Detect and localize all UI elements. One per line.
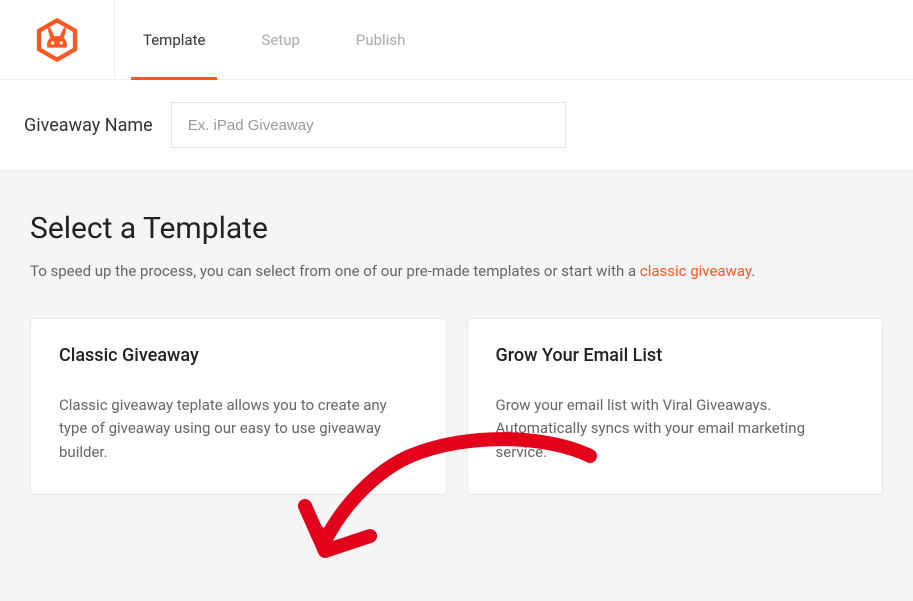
section-title: Select a Template — [30, 211, 883, 246]
giveaway-name-bar: Giveaway Name — [0, 80, 913, 171]
giveaway-name-input[interactable] — [171, 102, 566, 148]
subtitle-suffix: . — [751, 262, 755, 280]
tab-setup[interactable]: Setup — [233, 0, 327, 79]
subtitle-text: To speed up the process, you can select … — [30, 262, 640, 280]
tab-publish[interactable]: Publish — [328, 0, 433, 79]
tab-label: Template — [143, 31, 205, 49]
tabs: Template Setup Publish — [115, 0, 433, 79]
section-subtitle: To speed up the process, you can select … — [30, 262, 883, 280]
content: Select a Template To speed up the proces… — [0, 171, 913, 525]
card-description: Classic giveaway teplate allows you to c… — [59, 394, 418, 464]
tab-template[interactable]: Template — [115, 0, 233, 79]
card-title: Grow Your Email List — [496, 345, 855, 366]
logo — [0, 0, 115, 79]
classic-giveaway-link[interactable]: classic giveaway — [640, 262, 751, 280]
tab-label: Publish — [356, 31, 405, 49]
card-description: Grow your email list with Viral Giveaway… — [496, 394, 855, 464]
template-cards: Classic Giveaway Classic giveaway teplat… — [30, 318, 883, 495]
header: Template Setup Publish — [0, 0, 913, 80]
tab-label: Setup — [261, 31, 299, 49]
card-title: Classic Giveaway — [59, 345, 418, 366]
card-grow-email-list[interactable]: Grow Your Email List Grow your email lis… — [467, 318, 884, 495]
rabbit-logo-icon — [33, 16, 81, 64]
giveaway-name-label: Giveaway Name — [24, 115, 153, 136]
card-classic-giveaway[interactable]: Classic Giveaway Classic giveaway teplat… — [30, 318, 447, 495]
